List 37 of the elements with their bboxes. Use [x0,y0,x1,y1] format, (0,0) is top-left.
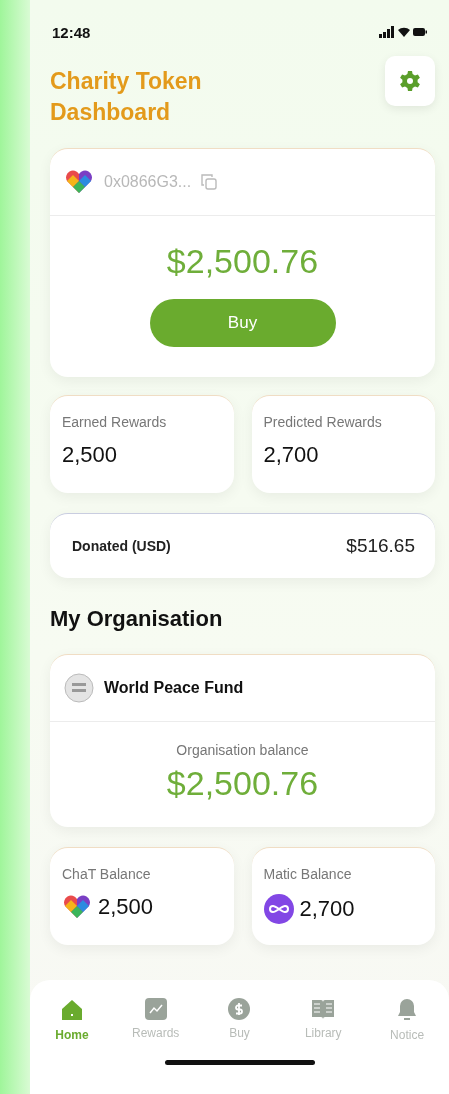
infinity-logo-icon [263,894,294,924]
organisation-name: World Peace Fund [104,679,244,697]
dashboard-title: Charity Token Dashboard [50,67,203,127]
house-icon [59,998,84,1022]
wallet-balance: $2,500.76 [165,242,320,281]
rewards-label: Predicted Rewards [263,414,383,430]
balance-value: 2,500 [98,894,154,920]
tab[interactable]: Buy [209,998,270,1060]
dollar-coin-icon [228,998,251,1020]
book-icon [311,998,336,1020]
buy-button[interactable]: Buy [149,299,336,347]
settings-icon [400,71,420,91]
status-time: 12:48 [52,23,91,41]
balance-label: ChaT Balance [62,866,152,882]
donated-value: $516.65 [346,535,415,557]
status-icons [379,26,427,38]
organisation-balance: $2,500.76 [165,764,320,803]
balance-value: 2,700 [299,896,355,922]
heart-logo-icon [64,169,94,195]
rewards-value: 2,500 [62,442,119,468]
section-title: My Organisation [50,606,224,632]
settings-button[interactable] [385,56,435,106]
bell-icon [397,998,418,1022]
rewards-label: Earned Rewards [62,414,168,430]
tab[interactable]: Notice [377,998,438,1060]
copy-icon[interactable] [201,174,218,190]
heart-logo-icon [62,894,92,920]
tab[interactable]: Library [293,998,354,1060]
tab[interactable]: Home [41,998,102,1060]
wallet-address: 0x0866G3... [104,173,192,191]
organisation-balance-label: Organisation balance [175,742,310,758]
balance-label: Matic Balance [263,866,353,882]
rewards-value: 2,700 [263,442,320,468]
organisation-logo-icon [64,673,94,703]
chart-icon [144,998,167,1020]
donated-label: Donated (USD) [72,538,171,554]
tab[interactable]: Rewards [125,998,186,1060]
